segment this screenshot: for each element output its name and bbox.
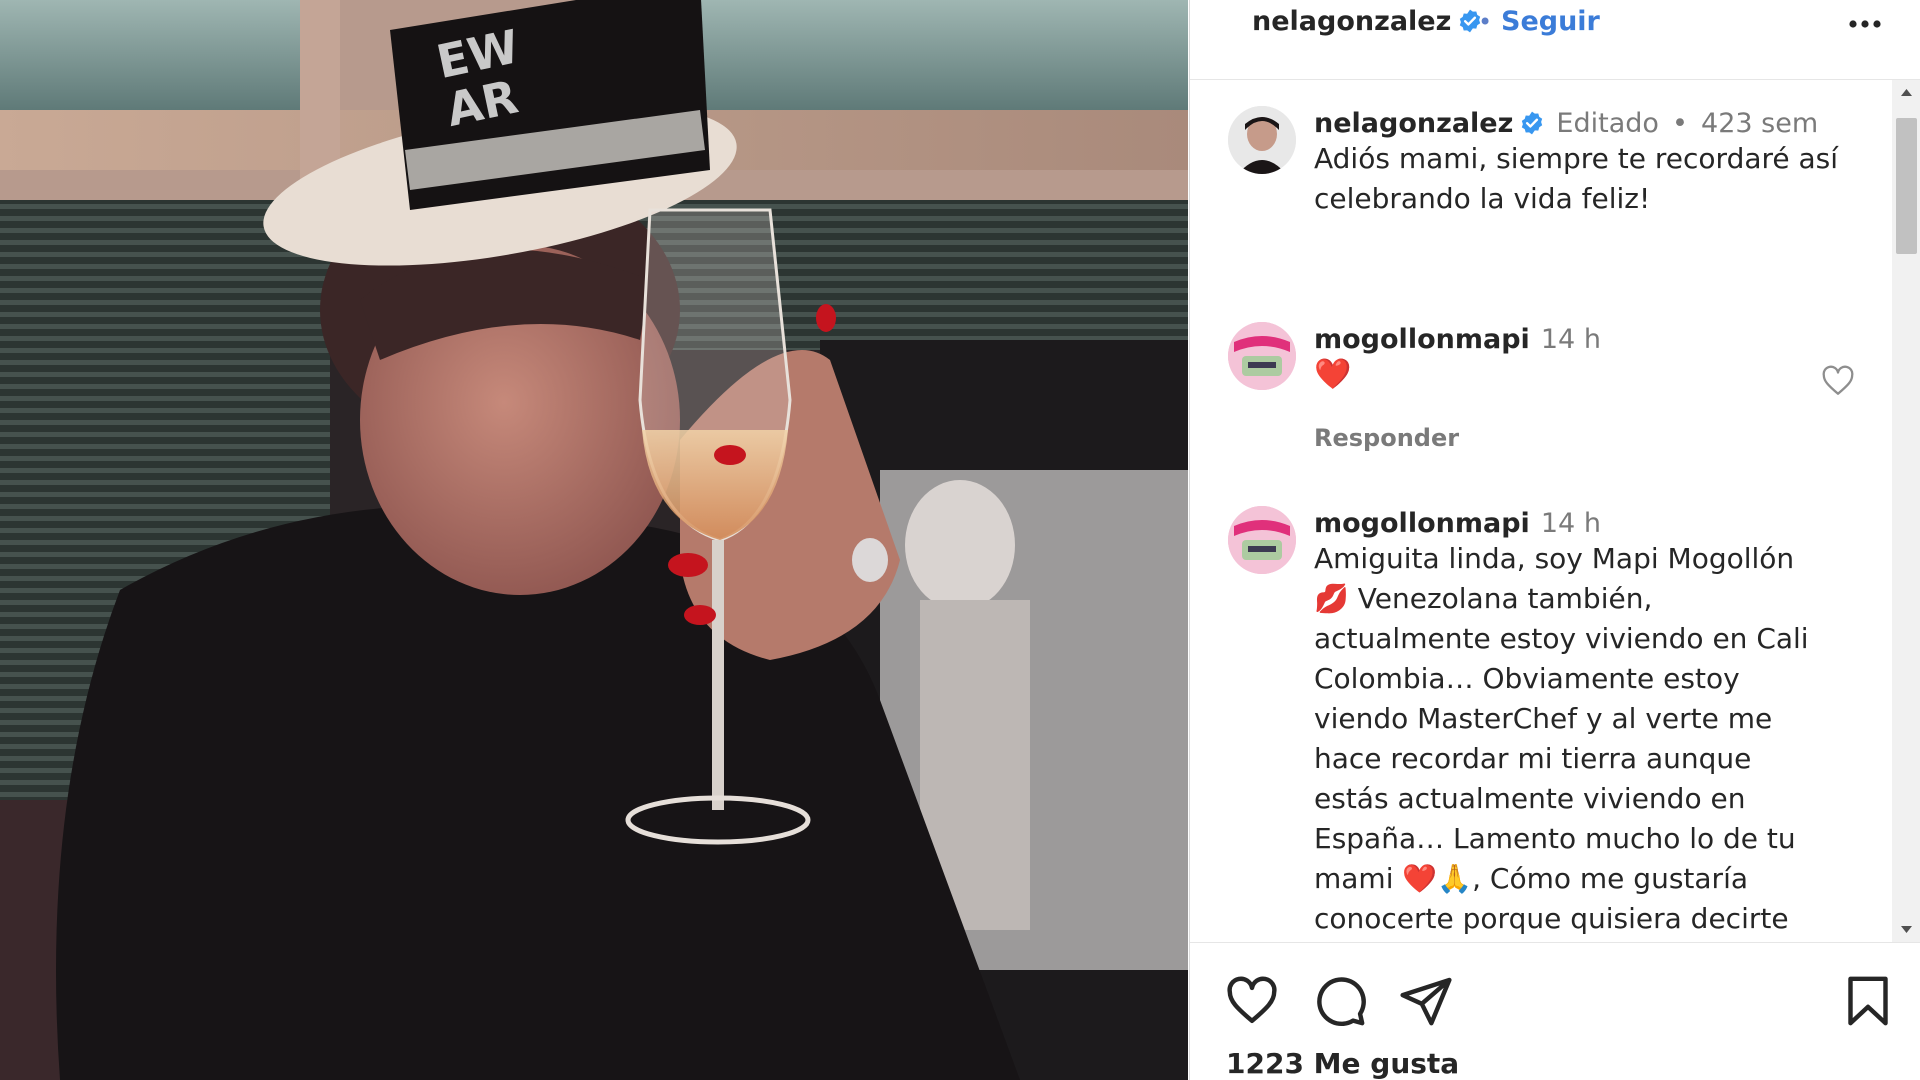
author-avatar-image (1228, 106, 1296, 174)
comment-time[interactable]: 14 h (1541, 324, 1601, 355)
post-author[interactable]: nelagonzalez (1252, 6, 1483, 37)
more-horizontal-icon[interactable] (1843, 4, 1887, 44)
comment-time[interactable]: 14 h (1541, 508, 1601, 539)
like-heart-icon[interactable] (1224, 973, 1280, 1029)
comment-text-line-9: mami ❤️🙏, Cómo me gustaría (1314, 862, 1748, 895)
author-avatar[interactable] (1228, 106, 1296, 174)
comment-1: mogollonmapi 14 h ❤️ (1314, 324, 1601, 395)
comment-text-line-10: conocerte porque quisiera decirte (1314, 902, 1789, 935)
comment-text-line-1: Amiguita linda, soy Mapi Mogollón (1314, 542, 1795, 575)
caption-time[interactable]: 423 sem (1701, 108, 1818, 139)
comment-icon[interactable] (1312, 973, 1368, 1029)
edited-label: Editado (1556, 108, 1659, 139)
follow-button[interactable]: Seguir (1501, 6, 1600, 37)
caption-text-line-2: celebrando la vida feliz! (1314, 182, 1651, 215)
verified-badge-icon (1522, 111, 1543, 135)
commenter-avatar[interactable] (1228, 506, 1296, 574)
commenter-avatar[interactable] (1228, 322, 1296, 390)
caption-username[interactable]: nelagonzalez (1314, 108, 1513, 139)
comment-text-line-2: 💋 Venezolana también, (1314, 582, 1653, 615)
scroll-up-arrow-icon[interactable] (1892, 80, 1920, 106)
comment-text-line-6: hace recordar mi tierra aunque (1314, 742, 1752, 775)
caption: nelagonzalez Editado • 423 sem Adiós mam… (1314, 108, 1838, 219)
commenter-avatar-image (1228, 506, 1296, 574)
caption-text-line-1: Adiós mami, siempre te recordaré así (1314, 142, 1839, 175)
scrollbar-thumb[interactable] (1896, 118, 1917, 254)
comment-text-line-4: Colombia… Obviamente estoy (1314, 662, 1740, 695)
reply-button[interactable]: Responder (1314, 424, 1459, 452)
comment-text-line-8: España… Lamento mucho lo de tu (1314, 822, 1796, 855)
scroll-down-arrow-icon[interactable] (1892, 916, 1920, 942)
comment-text-line-3: actualmente estoy viviendo en Cali (1314, 622, 1809, 655)
comment-2: mogollonmapi 14 h Amiguita linda, soy Ma… (1314, 508, 1809, 939)
comments-scrollbar[interactable] (1892, 80, 1920, 942)
header-separator: • (1478, 8, 1493, 36)
post-header: nelagonzalez • Seguir (1190, 0, 1920, 80)
comment-like-heart-icon[interactable] (1820, 364, 1856, 398)
post-author-username[interactable]: nelagonzalez (1252, 6, 1451, 37)
comments-list[interactable]: nelagonzalez Editado • 423 sem Adiós mam… (1190, 80, 1920, 942)
caption-separator: • (1672, 108, 1688, 139)
share-send-icon[interactable] (1398, 973, 1454, 1029)
likes-count[interactable]: 1223 Me gusta (1226, 1047, 1459, 1080)
post-photo-image: EW AR (0, 0, 1188, 1080)
comment-text-line-7: estás actualmente viviendo en (1314, 782, 1746, 815)
bookmark-save-icon[interactable] (1840, 973, 1896, 1029)
comment-username[interactable]: mogollonmapi (1314, 508, 1530, 539)
comment-text: ❤️ (1314, 357, 1352, 392)
commenter-avatar-image (1228, 322, 1296, 390)
post-panel: nelagonzalez • Seguir nelagonzalez Edita… (1189, 0, 1920, 1080)
comment-username[interactable]: mogollonmapi (1314, 324, 1530, 355)
comment-text-line-5: viendo MasterChef y al verte me (1314, 702, 1773, 735)
post-photo[interactable]: EW AR (0, 0, 1188, 1080)
